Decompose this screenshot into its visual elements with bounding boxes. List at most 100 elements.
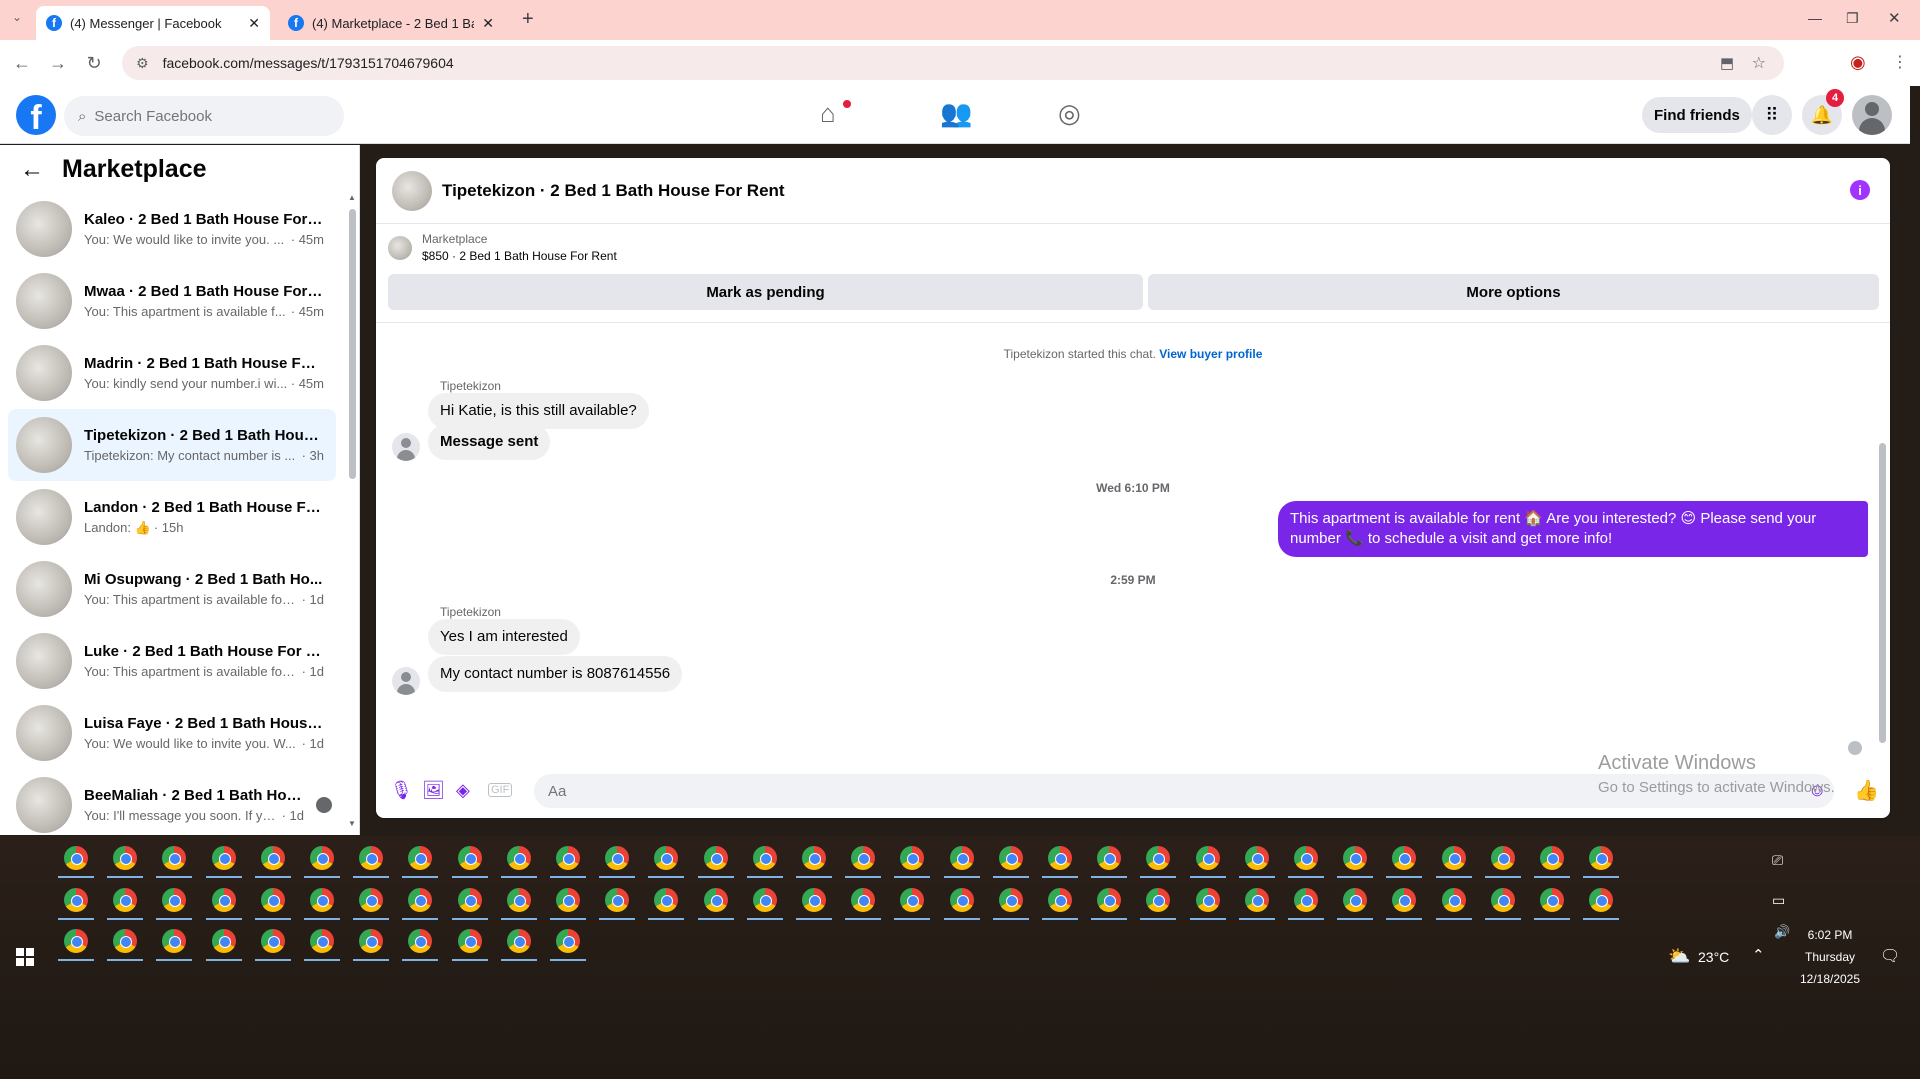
browser-taskbar-icon[interactable] — [1097, 888, 1122, 912]
browser-taskbar-icon[interactable] — [949, 846, 974, 870]
taskbar-clock[interactable]: 6:02 PM Thursday 12/18/2025 — [1790, 924, 1870, 990]
tab-messenger[interactable]: f (4) Messenger | Facebook ✕ — [36, 6, 270, 40]
browser-taskbar-icon[interactable] — [703, 888, 728, 912]
browser-taskbar-icon[interactable] — [1294, 888, 1318, 912]
weather-temperature[interactable]: 23°C — [1698, 949, 1729, 965]
browser-taskbar-icon[interactable] — [1490, 888, 1515, 912]
browser-taskbar-icon[interactable] — [113, 929, 138, 953]
browser-taskbar-icon[interactable] — [556, 888, 580, 912]
volume-icon[interactable]: 🔊 — [1774, 924, 1790, 940]
browser-taskbar-icon[interactable] — [998, 888, 1023, 912]
find-friends-button[interactable]: Find friends — [1642, 97, 1752, 133]
info-icon[interactable]: i — [1850, 180, 1870, 200]
browser-taskbar-icon[interactable] — [211, 929, 236, 953]
browser-taskbar-icon[interactable] — [310, 888, 334, 912]
browser-taskbar-icon[interactable] — [851, 846, 876, 870]
incoming-message[interactable]: Message sent — [428, 424, 551, 460]
tray-chevron-up-icon[interactable]: ⌃ — [1752, 946, 1765, 964]
browser-taskbar-icon[interactable] — [113, 846, 138, 870]
browser-taskbar-icon[interactable] — [703, 846, 728, 870]
browser-taskbar-icon[interactable] — [802, 846, 826, 870]
browser-taskbar-icon[interactable] — [605, 888, 630, 912]
search-input[interactable] — [94, 107, 315, 125]
browser-taskbar-icon[interactable] — [457, 888, 482, 912]
bookmark-star-icon[interactable]: ☆ — [1752, 53, 1766, 73]
browser-taskbar-icon[interactable] — [1097, 846, 1122, 870]
browser-taskbar-icon[interactable] — [457, 929, 482, 953]
chat-scrollbar[interactable] — [1879, 443, 1886, 743]
browser-taskbar-icon[interactable] — [1195, 888, 1220, 912]
browser-taskbar-icon[interactable] — [1490, 846, 1515, 870]
browser-taskbar-icon[interactable] — [260, 929, 285, 953]
browser-taskbar-icon[interactable] — [64, 846, 88, 870]
browser-taskbar-icon[interactable] — [556, 846, 580, 870]
forward-arrow-icon[interactable]: → — [44, 53, 72, 74]
scroll-up-arrow-icon[interactable]: ▲ — [348, 193, 356, 202]
browser-taskbar-icon[interactable] — [310, 929, 334, 953]
tab-marketplace[interactable]: f (4) Marketplace - 2 Bed 1 Bath ✕ — [278, 6, 504, 40]
groups-icon[interactable]: ◎ — [1058, 98, 1081, 129]
close-tab-icon[interactable]: ✕ — [482, 15, 494, 32]
conversation-kaleo[interactable]: Kaleo · 2 Bed 1 Bath House For R... You:… — [8, 193, 336, 265]
browser-taskbar-icon[interactable] — [1540, 846, 1564, 870]
browser-taskbar-icon[interactable] — [1244, 846, 1269, 870]
browser-taskbar-icon[interactable] — [260, 888, 285, 912]
scroll-down-arrow-icon[interactable]: ▼ — [348, 819, 356, 828]
conversation-mi-osupwang[interactable]: Mi Osupwang · 2 Bed 1 Bath Ho... You: Th… — [8, 553, 336, 625]
sender-avatar[interactable] — [392, 433, 420, 461]
tab-search-icon[interactable]: ⌄ — [12, 10, 22, 24]
conversation-tipetekizon[interactable]: Tipetekizon · 2 Bed 1 Bath Hous... Tipet… — [8, 409, 336, 481]
browser-taskbar-icon[interactable] — [802, 888, 826, 912]
close-window-button[interactable]: ✕ — [1888, 9, 1901, 27]
conversation-madrin[interactable]: Madrin · 2 Bed 1 Bath House For... You: … — [8, 337, 336, 409]
browser-taskbar-icon[interactable] — [359, 929, 384, 953]
browser-taskbar-icon[interactable] — [1589, 888, 1614, 912]
browser-taskbar-icon[interactable] — [113, 888, 138, 912]
tray-display-icon[interactable]: ▭ — [1772, 892, 1785, 909]
browser-taskbar-icon[interactable] — [1441, 846, 1466, 870]
browser-taskbar-icon[interactable] — [64, 888, 88, 912]
windows-start-icon[interactable] — [16, 948, 34, 966]
menu-kebab-icon[interactable]: ⋮ — [1892, 52, 1908, 72]
browser-taskbar-icon[interactable] — [359, 888, 384, 912]
browser-taskbar-icon[interactable] — [1294, 846, 1318, 870]
browser-taskbar-icon[interactable] — [1048, 888, 1072, 912]
browser-taskbar-icon[interactable] — [64, 929, 88, 953]
browser-taskbar-icon[interactable] — [211, 888, 236, 912]
browser-taskbar-icon[interactable] — [1441, 888, 1466, 912]
back-arrow-icon[interactable]: ← — [20, 156, 44, 184]
sticker-icon[interactable]: ◈ — [456, 780, 470, 801]
close-tab-icon[interactable]: ✕ — [248, 15, 260, 32]
browser-taskbar-icon[interactable] — [851, 888, 876, 912]
browser-taskbar-icon[interactable] — [260, 846, 285, 870]
browser-taskbar-icon[interactable] — [556, 929, 580, 953]
facebook-search[interactable]: ⌕ — [64, 96, 344, 136]
photo-icon[interactable]: 🖼 — [422, 780, 445, 801]
browser-taskbar-icon[interactable] — [457, 846, 482, 870]
notification-center-icon[interactable]: 🗨 — [1880, 946, 1900, 966]
browser-taskbar-icon[interactable] — [211, 846, 236, 870]
profile-icon[interactable]: ◉ — [1850, 52, 1866, 73]
site-settings-icon[interactable]: ⚙ — [136, 55, 149, 72]
browser-taskbar-icon[interactable] — [506, 846, 531, 870]
friends-icon[interactable]: 👥 — [940, 98, 972, 129]
sidebar-scrollbar[interactable] — [349, 209, 356, 479]
browser-taskbar-icon[interactable] — [1195, 846, 1220, 870]
menu-grid-icon[interactable]: ⠿ — [1752, 95, 1792, 135]
facebook-logo[interactable]: f — [16, 95, 56, 135]
browser-taskbar-icon[interactable] — [506, 888, 531, 912]
browser-taskbar-icon[interactable] — [1343, 888, 1368, 912]
conversation-mwaa[interactable]: Mwaa · 2 Bed 1 Bath House For ... You: T… — [8, 265, 336, 337]
reload-icon[interactable]: ↻ — [80, 53, 108, 74]
microphone-icon[interactable]: 🎙 — [390, 780, 413, 801]
browser-taskbar-icon[interactable] — [998, 846, 1023, 870]
conversation-landon[interactable]: Landon · 2 Bed 1 Bath House For... Lando… — [8, 481, 336, 553]
browser-taskbar-icon[interactable] — [1343, 846, 1368, 870]
address-bar[interactable]: ⚙ facebook.com/messages/t/17931517046796… — [122, 46, 1784, 80]
conversation-luke[interactable]: Luke · 2 Bed 1 Bath House For R... You: … — [8, 625, 336, 697]
chat-title[interactable]: Tipetekizon · 2 Bed 1 Bath House For Ren… — [442, 181, 785, 201]
browser-taskbar-icon[interactable] — [359, 846, 384, 870]
outgoing-message[interactable]: This apartment is available for rent 🏠 A… — [1278, 501, 1868, 557]
browser-taskbar-icon[interactable] — [949, 888, 974, 912]
browser-taskbar-icon[interactable] — [1048, 846, 1072, 870]
